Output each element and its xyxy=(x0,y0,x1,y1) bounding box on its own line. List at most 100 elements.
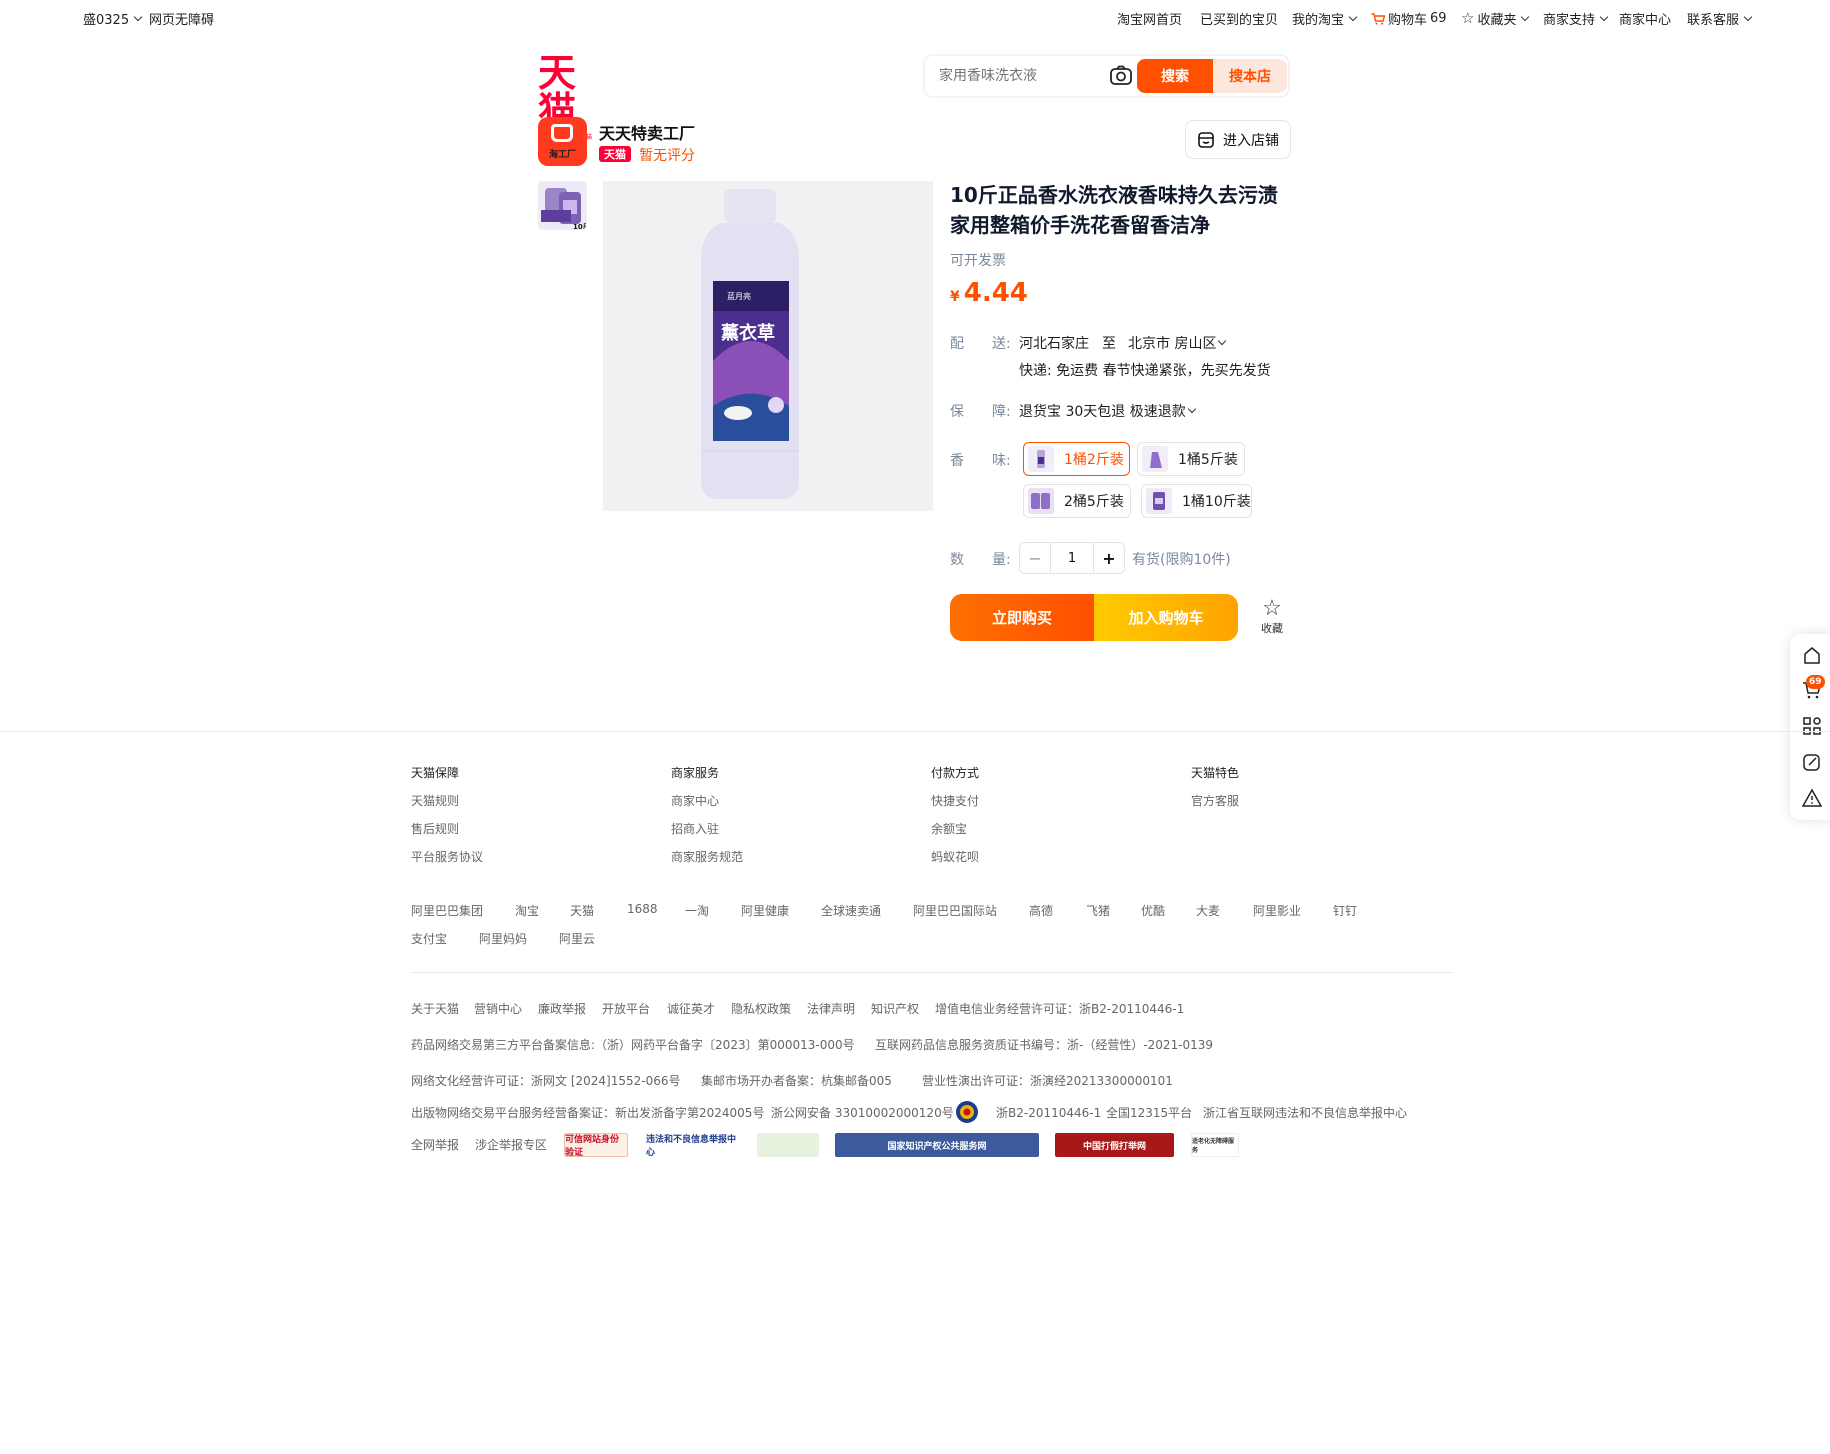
anti-counterfeit-badge[interactable]: 中国打假打举网 xyxy=(1055,1133,1174,1157)
tmall-logo[interactable]: 天猫 理想生活上天猫 xyxy=(538,54,606,142)
shop-name[interactable]: 天天特卖工厂 xyxy=(599,120,695,144)
group-link[interactable]: 优酷 xyxy=(1141,902,1165,919)
cart-count: 69 xyxy=(1430,11,1447,26)
add-to-cart-button[interactable]: 加入购物车 xyxy=(1094,594,1238,641)
footer-link[interactable]: 官方客服 xyxy=(1191,792,1239,809)
merchant-support-menu[interactable]: 商家支持 xyxy=(1543,9,1609,28)
illegal-info-report-badge[interactable]: 违法和不良信息举报中心 xyxy=(646,1133,738,1157)
trusted-site-badge[interactable]: 可信网站身份验证 xyxy=(564,1133,628,1157)
group-link[interactable]: 阿里巴巴国际站 xyxy=(913,902,997,919)
group-link[interactable]: 天猫 xyxy=(570,902,594,919)
bought-items-link[interactable]: 已买到的宝贝 xyxy=(1200,9,1278,28)
enter-store-button[interactable]: 进入店铺 xyxy=(1185,120,1291,159)
sku-thumbnail xyxy=(1028,446,1054,472)
enter-store-label: 进入店铺 xyxy=(1223,132,1279,149)
quantity-input[interactable]: 1 xyxy=(1050,543,1094,573)
footer-link[interactable]: 售后规则 xyxy=(411,820,459,837)
legal-link[interactable]: 诚征英才 xyxy=(667,1000,715,1017)
legal-link[interactable]: 廉政举报 xyxy=(538,1000,586,1017)
contact-service-menu[interactable]: 联系客服 xyxy=(1687,9,1753,28)
user-menu[interactable]: 盛0325 xyxy=(83,9,143,28)
legal-link[interactable]: 关于天猫 xyxy=(411,1000,459,1017)
sku-option[interactable]: 1桶10斤装 xyxy=(1141,484,1252,518)
shop-home-icon[interactable] xyxy=(1802,646,1822,666)
merchant-center-link[interactable]: 商家中心 xyxy=(1619,9,1671,28)
group-link[interactable]: 支付宝 xyxy=(411,930,447,947)
delivery-destination-select[interactable]: 北京市 房山区 xyxy=(1128,333,1227,353)
group-link[interactable]: 全球速卖通 xyxy=(821,902,881,919)
legal-link[interactable]: 全网举报 xyxy=(411,1136,459,1153)
elderly-accessibility-badge[interactable]: 适老化无障碍服务 xyxy=(1191,1133,1239,1157)
shop-logo[interactable]: 淘工厂 xyxy=(538,117,587,166)
apps-icon[interactable] xyxy=(1802,716,1822,736)
report-warning-icon[interactable] xyxy=(1802,788,1822,808)
footer-link[interactable]: 快捷支付 xyxy=(931,792,979,809)
cart-label: 购物车 xyxy=(1388,13,1428,28)
sku-option[interactable]: 1桶2斤装 xyxy=(1023,442,1130,476)
favorites-menu[interactable]: ☆ 收藏夹 xyxy=(1461,9,1530,28)
legal-link[interactable]: 营销中心 xyxy=(474,1000,522,1017)
search-button[interactable]: 搜索 xyxy=(1137,59,1213,93)
accessibility-link[interactable]: 网页无障碍 xyxy=(149,9,214,28)
store-icon xyxy=(1198,131,1214,148)
sku-option[interactable]: 1桶5斤装 xyxy=(1137,442,1245,476)
footer-link[interactable]: 余额宝 xyxy=(931,820,967,837)
legal-link[interactable]: 法律声明 xyxy=(807,1000,855,1017)
footer-link[interactable]: 平台服务协议 xyxy=(411,848,483,865)
legal-link[interactable]: 全国12315平台 xyxy=(1106,1104,1192,1121)
bag-icon xyxy=(551,124,573,142)
group-link[interactable]: 一淘 xyxy=(685,902,709,919)
guarantee-dropdown[interactable]: 退货宝 30天包退 极速退款 xyxy=(1019,401,1196,421)
footer-link[interactable]: 商家服务规范 xyxy=(671,848,743,865)
footer-link[interactable]: 蚂蚁花呗 xyxy=(931,848,979,865)
product-main-image[interactable]: 蓝月亮 薰衣草 xyxy=(603,181,933,511)
legal-link[interactable]: 浙公网安备 33010002000120号 xyxy=(771,1104,954,1121)
taobao-home-link[interactable]: 淘宝网首页 xyxy=(1117,9,1182,28)
footer-link[interactable]: 商家中心 xyxy=(671,792,719,809)
group-link[interactable]: 阿里健康 xyxy=(741,902,789,919)
cart-link[interactable]: 购物车 69 xyxy=(1371,9,1447,28)
quantity-decrease-button[interactable]: − xyxy=(1020,543,1050,573)
group-link[interactable]: 阿里影业 xyxy=(1253,902,1301,919)
legal-link[interactable]: 浙江省互联网违法和不良信息举报中心 xyxy=(1203,1104,1407,1121)
ip-public-service-badge[interactable]: 国家知识产权公共服务网 xyxy=(835,1133,1039,1157)
tmall-badge: 天猫 xyxy=(599,146,631,162)
buy-now-button[interactable]: 立即购买 xyxy=(950,594,1094,641)
quantity-increase-button[interactable]: + xyxy=(1094,543,1124,573)
sku-option[interactable]: 2桶5斤装 xyxy=(1023,484,1131,518)
footer-column-title: 商家服务 xyxy=(671,766,720,780)
favorite-label: 收藏 xyxy=(1261,622,1283,635)
footer-link[interactable]: 招商入驻 xyxy=(671,820,719,837)
my-taobao-menu[interactable]: 我的淘宝 xyxy=(1292,9,1358,28)
product-thumbnail[interactable]: 10斤 xyxy=(538,181,587,230)
feedback-edit-icon[interactable] xyxy=(1802,752,1822,772)
search-input[interactable] xyxy=(939,65,1099,87)
group-link[interactable]: 飞猪 xyxy=(1086,902,1110,919)
favorite-button[interactable]: ☆ 收藏 xyxy=(1258,598,1286,636)
camera-search-icon[interactable] xyxy=(1109,65,1133,87)
my-taobao-label: 我的淘宝 xyxy=(1292,13,1345,28)
group-link[interactable]: 高德 xyxy=(1029,902,1053,919)
license-badge[interactable] xyxy=(757,1133,819,1157)
legal-license: 出版物网络交易平台服务经营备案证：新出发浙备字第2024005号 xyxy=(411,1106,765,1120)
shop-logo-text: 淘工厂 xyxy=(548,150,576,160)
group-link[interactable]: 1688 xyxy=(627,902,658,916)
group-link[interactable]: 阿里妈妈 xyxy=(479,930,527,947)
legal-link[interactable]: 涉企举报专区 xyxy=(475,1136,547,1153)
group-link[interactable]: 钉钉 xyxy=(1333,902,1357,919)
contact-service-label: 联系客服 xyxy=(1687,13,1740,28)
group-link[interactable]: 淘宝 xyxy=(515,902,539,919)
search-store-button[interactable]: 搜本店 xyxy=(1213,59,1287,93)
cart-icon xyxy=(1371,12,1385,25)
legal-link[interactable]: 开放平台 xyxy=(602,1000,650,1017)
group-link[interactable]: 大麦 xyxy=(1196,902,1220,919)
sku-thumbnail xyxy=(1146,488,1172,514)
group-link[interactable]: 阿里巴巴集团 xyxy=(411,902,483,919)
footer-link[interactable]: 天猫规则 xyxy=(411,792,459,809)
legal-license: 网络文化经营许可证：浙网文 [2024]1552-066号 xyxy=(411,1074,681,1088)
legal-link[interactable]: 隐私权政策 xyxy=(731,1000,791,1017)
sku-thumbnail xyxy=(1028,488,1054,514)
legal-link[interactable]: 知识产权 xyxy=(871,1000,919,1017)
delivery-to-word: 至 xyxy=(1102,336,1116,352)
group-link[interactable]: 阿里云 xyxy=(559,930,595,947)
